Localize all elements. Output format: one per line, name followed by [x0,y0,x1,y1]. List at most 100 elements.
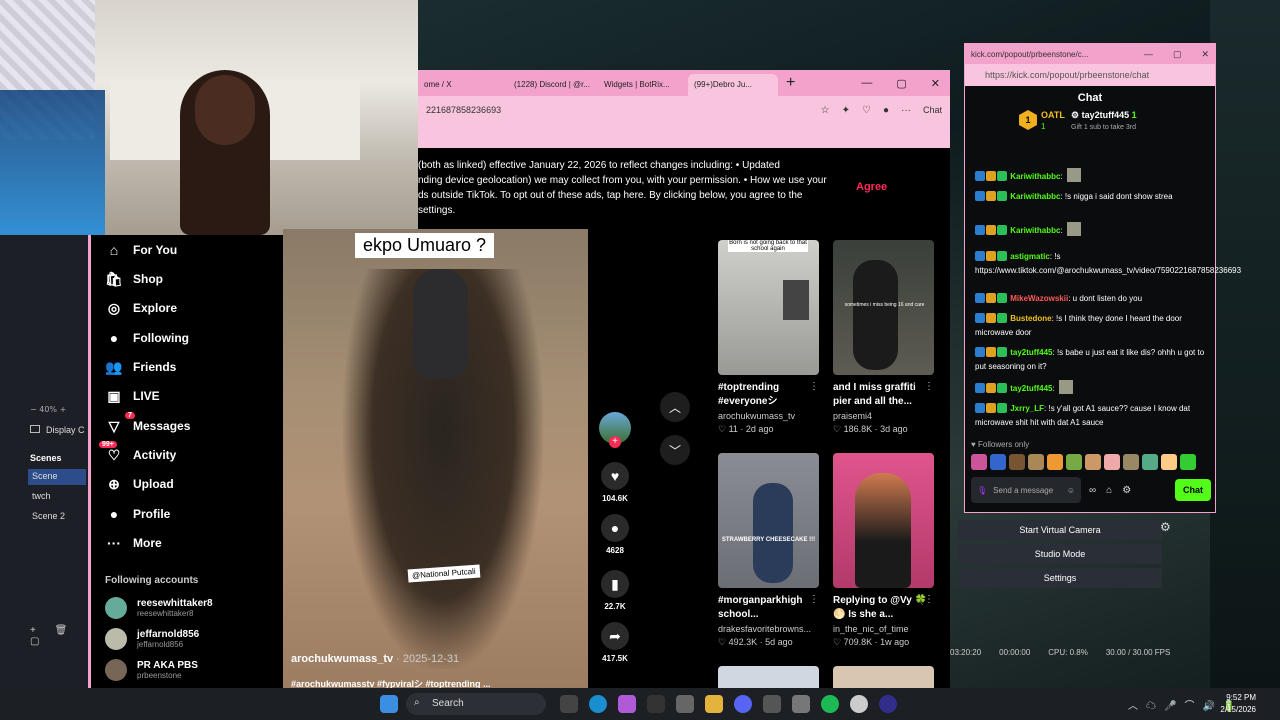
chat-username[interactable]: Kariwithabbc [1010,226,1060,235]
emote-bar[interactable] [971,454,1196,470]
settings-button[interactable]: Settings [958,568,1162,588]
app-icon[interactable] [647,695,665,713]
close-icon[interactable]: ✕ [1201,49,1209,60]
file-explorer-icon[interactable] [705,695,723,713]
nav-item-following[interactable]: ● Following [105,327,189,349]
video-thumbnail[interactable] [833,666,934,688]
comment-action[interactable]: ● 4628 [596,514,634,555]
nav-item-explore[interactable]: ◎ Explore [105,297,177,319]
extensions-icon[interactable]: ✦ [842,105,850,116]
leader-name[interactable]: OATL [1041,110,1065,120]
chat-username[interactable]: Bustedone [1010,314,1051,323]
card-more-icon[interactable]: ⋮ [809,381,819,392]
video-thumbnail[interactable] [718,666,819,688]
chat-username[interactable]: astigmatic [1010,252,1050,261]
spotify-icon[interactable] [821,695,839,713]
chrome-icon[interactable] [850,695,868,713]
obs-scene-item[interactable]: Scene [28,469,86,485]
taskbar-clock[interactable]: 9:52 PM 2/15/2026 [1220,692,1256,716]
obs-scene-item[interactable]: twch [28,489,86,505]
menu-dots-icon[interactable]: ··· [901,105,911,116]
studio-mode-button[interactable]: Studio Mode [958,544,1162,564]
nav-item-messages[interactable]: ▽ 7 Messages [105,412,190,437]
video-card[interactable]: STRAWBERRY CHEESECAKE !!! #morganparkhig… [718,453,819,648]
kick-url-bar[interactable]: https://kick.com/popout/prbeenstone/chat [965,64,1215,86]
obs-display-source[interactable]: Display C [30,425,85,435]
copilot-chat-button[interactable]: Chat [923,105,942,115]
chat-username[interactable]: tay2tuff445 [1010,348,1052,357]
card-author[interactable]: in_the_nic_of_time [833,624,934,634]
leader-name[interactable]: tay2tuff445 [1082,110,1130,120]
settings-icon[interactable] [792,695,810,713]
card-author[interactable]: arochukwumass_tv [718,411,819,421]
video-card[interactable]: Born is not going back to that school ag… [718,240,819,435]
discord-icon[interactable] [734,695,752,713]
card-author[interactable]: drakesfavoritebrowns... [718,624,819,634]
nav-item-friends[interactable]: 👥 Friends [105,356,176,378]
browser-tab[interactable]: ome / X [418,74,508,96]
account-item[interactable]: PR AKA PBS prbeenstone [105,659,198,681]
browser-tab[interactable]: (1228) Discord | @r... [508,74,598,96]
video-thumbnail[interactable]: Born is not going back to that school ag… [718,240,819,375]
browser-tab[interactable]: Widgets | BotRix... [598,74,688,96]
task-view-icon[interactable] [560,695,578,713]
chat-username[interactable]: Jxrry_LF [1010,404,1044,413]
video-card[interactable]: sometimes i miss being 16 and care and I… [833,240,934,435]
comment-icon[interactable]: ● [601,514,629,542]
taskbar-search[interactable]: ⌕ Search [406,693,546,715]
bookmark-action[interactable]: ▮ 22.7K [596,570,634,611]
nav-item-shop[interactable]: 🛍 Shop [105,268,163,290]
gift-icon[interactable]: ⌂ [1106,485,1112,496]
profile-icon[interactable]: ● [883,105,889,116]
bookmark-add-icon[interactable]: ☆ [821,105,830,116]
share-icon[interactable]: ➦ [601,622,629,650]
minimize-icon[interactable]: — [861,77,872,90]
scroll-up-button[interactable]: ︿ [660,392,690,422]
infinity-icon[interactable]: ∞ [1089,485,1096,496]
video-author[interactable]: arochukwumass_tv · 2025-12-31 [291,653,459,665]
chat-message-input[interactable]: 🎙 Send a message ☺ [971,477,1081,503]
video-thumbnail[interactable]: sometimes i miss being 16 and care [833,240,934,375]
edge-icon[interactable] [589,695,607,713]
obs-zoom[interactable]: − 40% + [30,405,66,414]
video-thumbnail[interactable] [833,453,934,588]
copilot-icon[interactable] [618,695,636,713]
browser-tab-active[interactable]: (99+)Debro Ju... [688,74,778,96]
gear-icon[interactable]: ⚙ [1160,520,1171,534]
creator-avatar[interactable]: + [599,412,631,448]
obs-scene-tools[interactable]: + 🗑 ▢ [30,625,90,647]
chat-username[interactable]: tay2tuff445 [1010,384,1052,393]
obs-icon[interactable] [879,695,897,713]
start-virtual-camera-button[interactable]: Start Virtual Camera [958,520,1162,540]
video-card[interactable]: Replying to @Vy 🍀 🌕 Is she a... in_the_n… [833,453,934,648]
video-thumbnail[interactable]: STRAWBERRY CHEESECAKE !!! [718,453,819,588]
emoji-icon[interactable]: ☺ [1067,486,1075,495]
nav-item-profile[interactable]: ● Profile [105,503,171,525]
agree-button[interactable]: Agree [856,181,887,193]
chat-username[interactable]: Kariwithabbc [1010,192,1060,201]
heart-icon[interactable]: ♥ [601,462,629,490]
video-player[interactable]: ekpo Umuaro ? @National Putcali arochukw… [283,229,588,688]
app-icon[interactable] [763,695,781,713]
card-author[interactable]: praisemi4 [833,411,934,421]
nav-item-more[interactable]: ··· More [105,532,162,554]
obs-scene-item[interactable]: Scene 2 [28,509,86,525]
card-more-icon[interactable]: ⋮ [924,594,934,605]
url-field[interactable]: 221687858236693 [426,105,501,115]
video-hashtags[interactable]: #arochukwumasstv #fypviralシ #toptrending… [291,677,491,688]
heart-action[interactable]: ♥ 104.6K [596,462,634,503]
card-more-icon[interactable]: ⋮ [924,381,934,392]
bookmark-icon[interactable]: ▮ [601,570,629,598]
account-item[interactable]: jeffarnold856 jeffarnold856 [105,628,199,650]
nav-item-for-you[interactable]: ⌂ For You [105,239,177,261]
chat-username[interactable]: MikeWazowskii [1010,294,1068,303]
favorites-icon[interactable]: ♡ [862,105,871,116]
store-icon[interactable] [676,695,694,713]
start-icon[interactable] [380,695,398,713]
maximize-icon[interactable]: ▢ [896,77,906,90]
mic-icon[interactable]: 🎙 [977,486,987,495]
minimize-icon[interactable]: — [1144,49,1153,60]
close-icon[interactable]: ✕ [931,77,940,90]
account-item[interactable]: reesewhittaker8 reesewhittaker8 [105,597,213,619]
chat-username[interactable]: Kariwithabbc [1010,172,1060,181]
